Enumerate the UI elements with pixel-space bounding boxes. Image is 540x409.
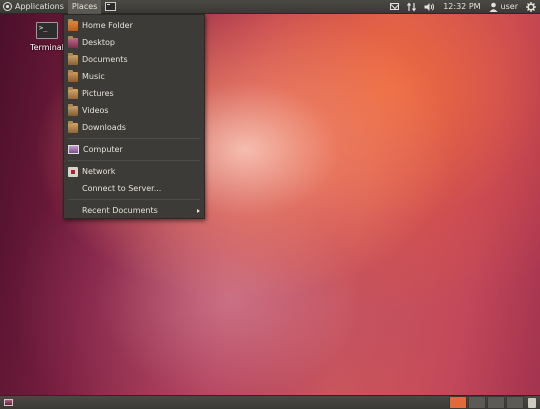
top-panel: Applications Places 12:32 PM user bbox=[0, 0, 540, 14]
places-dropdown-menu: Home Folder Desktop Documents Music Pict… bbox=[63, 14, 205, 219]
menu-item-label: Music bbox=[82, 72, 105, 81]
trash-icon[interactable] bbox=[528, 397, 536, 408]
menu-item-connect-to-server[interactable]: Connect to Server... bbox=[64, 181, 204, 196]
terminal-launcher-icon bbox=[105, 2, 117, 11]
volume-indicator[interactable] bbox=[424, 2, 435, 12]
workspace-4[interactable] bbox=[506, 395, 524, 409]
menu-item-label: Videos bbox=[82, 106, 109, 115]
blank-icon bbox=[68, 206, 78, 216]
downloads-folder-icon bbox=[68, 120, 78, 133]
desktop-background: Applications Places 12:32 PM user >_ Ter… bbox=[0, 0, 540, 409]
user-menu[interactable]: user bbox=[489, 2, 518, 12]
desktop-icon-label: Terminal bbox=[30, 43, 64, 52]
mail-icon bbox=[390, 3, 400, 10]
workspace-2[interactable] bbox=[468, 395, 486, 409]
menu-item-label: Home Folder bbox=[82, 21, 133, 30]
documents-folder-icon bbox=[68, 52, 78, 65]
menu-item-pictures[interactable]: Pictures bbox=[64, 86, 204, 101]
desktop-icon-terminal[interactable]: >_ Terminal bbox=[27, 22, 67, 52]
videos-folder-icon bbox=[68, 103, 78, 116]
menu-item-downloads[interactable]: Downloads bbox=[64, 120, 204, 135]
menu-item-label: Desktop bbox=[82, 38, 115, 47]
menu-separator bbox=[68, 199, 200, 200]
show-desktop-button[interactable] bbox=[4, 399, 13, 406]
workspace-switcher bbox=[448, 395, 524, 409]
bottom-panel bbox=[0, 395, 540, 409]
menu-separator bbox=[68, 138, 200, 139]
menu-item-desktop[interactable]: Desktop bbox=[64, 35, 204, 50]
volume-icon bbox=[424, 2, 435, 11]
network-arrows-icon bbox=[407, 1, 417, 11]
desktop-folder-icon bbox=[68, 35, 78, 48]
menu-item-videos[interactable]: Videos bbox=[64, 103, 204, 118]
home-folder-icon bbox=[68, 18, 78, 31]
places-menu[interactable]: Places bbox=[67, 0, 102, 14]
terminal-launcher[interactable] bbox=[101, 0, 117, 14]
music-folder-icon bbox=[68, 69, 78, 82]
blank-icon bbox=[68, 184, 78, 194]
menu-item-label: Pictures bbox=[82, 89, 114, 98]
menu-item-music[interactable]: Music bbox=[64, 69, 204, 84]
menu-item-network[interactable]: Network bbox=[64, 164, 204, 179]
menu-item-home-folder[interactable]: Home Folder bbox=[64, 18, 204, 33]
menu-item-documents[interactable]: Documents bbox=[64, 52, 204, 67]
menu-item-label: Recent Documents bbox=[82, 206, 158, 215]
menu-item-label: Downloads bbox=[82, 123, 126, 132]
session-menu[interactable] bbox=[526, 1, 536, 12]
pictures-folder-icon bbox=[68, 86, 78, 99]
user-icon bbox=[489, 2, 498, 12]
gear-icon bbox=[526, 1, 536, 12]
workspace-1[interactable] bbox=[449, 395, 467, 409]
network-icon bbox=[68, 166, 78, 177]
menu-item-computer[interactable]: Computer bbox=[64, 142, 204, 157]
computer-icon bbox=[68, 145, 79, 154]
menu-item-label: Computer bbox=[83, 145, 123, 154]
menu-item-recent-documents[interactable]: Recent Documents bbox=[64, 203, 204, 218]
places-menu-label: Places bbox=[71, 1, 98, 11]
terminal-icon: >_ bbox=[36, 22, 58, 39]
system-tray: 12:32 PM user bbox=[390, 1, 540, 12]
clock[interactable]: 12:32 PM bbox=[443, 2, 480, 11]
menu-separator bbox=[68, 160, 200, 161]
submenu-arrow-icon bbox=[197, 208, 200, 213]
mail-indicator[interactable] bbox=[390, 3, 400, 10]
workspace-3[interactable] bbox=[487, 395, 505, 409]
menu-item-label: Connect to Server... bbox=[82, 184, 162, 193]
menu-item-label: Documents bbox=[82, 55, 128, 64]
menu-item-label: Network bbox=[82, 167, 116, 176]
applications-menu[interactable]: Applications bbox=[0, 0, 68, 14]
ubuntu-logo-icon bbox=[3, 2, 12, 11]
user-name: user bbox=[500, 2, 518, 11]
applications-menu-label: Applications bbox=[15, 1, 64, 11]
network-indicator[interactable] bbox=[407, 1, 417, 12]
